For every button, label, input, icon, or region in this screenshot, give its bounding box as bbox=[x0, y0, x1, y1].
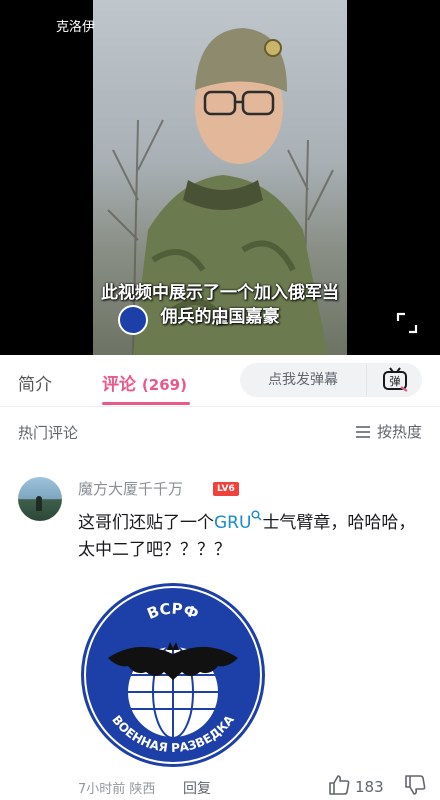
tab-active-indicator bbox=[102, 402, 190, 405]
like-icon[interactable] bbox=[328, 775, 350, 795]
video-player[interactable]: 克洛伊 此视频中展示了一个加入俄军当雇 佣兵的中国嘉豪 bbox=[0, 0, 440, 355]
like-count: 183 bbox=[355, 778, 384, 796]
tab-comments-label: 评论 bbox=[102, 375, 136, 395]
comment-text-before: 这哥们还贴了一个 bbox=[78, 513, 214, 533]
tab-bar: 简介 评论 (269) 点我发弹幕 弹 bbox=[0, 355, 440, 407]
fullscreen-icon[interactable] bbox=[396, 312, 418, 334]
avatar-image bbox=[36, 496, 42, 511]
danmaku-button-label: 弹 bbox=[389, 374, 400, 388]
danmaku-toggle-button[interactable]: 弹 bbox=[366, 363, 422, 397]
danmaku-icon: 弹 bbox=[382, 367, 408, 392]
sort-icon bbox=[355, 425, 370, 438]
search-icon bbox=[251, 510, 262, 521]
comment-image-gru-patch[interactable]: ВСРФ ВОЕННАЯ РАЗВЕДКА bbox=[78, 580, 268, 770]
dislike-icon[interactable] bbox=[404, 775, 426, 795]
reply-button[interactable]: 回复 bbox=[183, 778, 211, 798]
sort-label: 按热度 bbox=[376, 423, 422, 441]
tab-intro[interactable]: 简介 bbox=[18, 370, 52, 395]
tab-comments[interactable]: 评论 (269) bbox=[102, 370, 187, 395]
danmaku-input[interactable]: 点我发弹幕 bbox=[240, 363, 366, 397]
comment-text: 这哥们还贴了一个GRU 士气臂章，哈哈哈，太中二了吧？？？？ bbox=[78, 510, 424, 564]
video-subtitle-line2: 佣兵的中国嘉豪 bbox=[160, 307, 280, 327]
comment-location: 陕西 bbox=[129, 782, 156, 797]
gru-search-link[interactable]: GRU bbox=[214, 510, 262, 533]
comment-username[interactable]: 魔方大厦千千万 bbox=[78, 478, 183, 499]
avatar[interactable] bbox=[18, 477, 62, 521]
gru-link-text: GRU bbox=[214, 513, 252, 533]
user-level-badge: LV6 bbox=[213, 482, 239, 496]
sort-by-popularity[interactable]: 按热度 bbox=[355, 421, 422, 442]
comment-meta: 7小时前 陕西 bbox=[78, 778, 155, 797]
comment-time: 7小时前 bbox=[78, 782, 126, 797]
video-title: 克洛伊 bbox=[56, 20, 96, 35]
tab-comments-count: (269) bbox=[141, 376, 187, 394]
hot-comments-title: 热门评论 bbox=[18, 424, 79, 442]
